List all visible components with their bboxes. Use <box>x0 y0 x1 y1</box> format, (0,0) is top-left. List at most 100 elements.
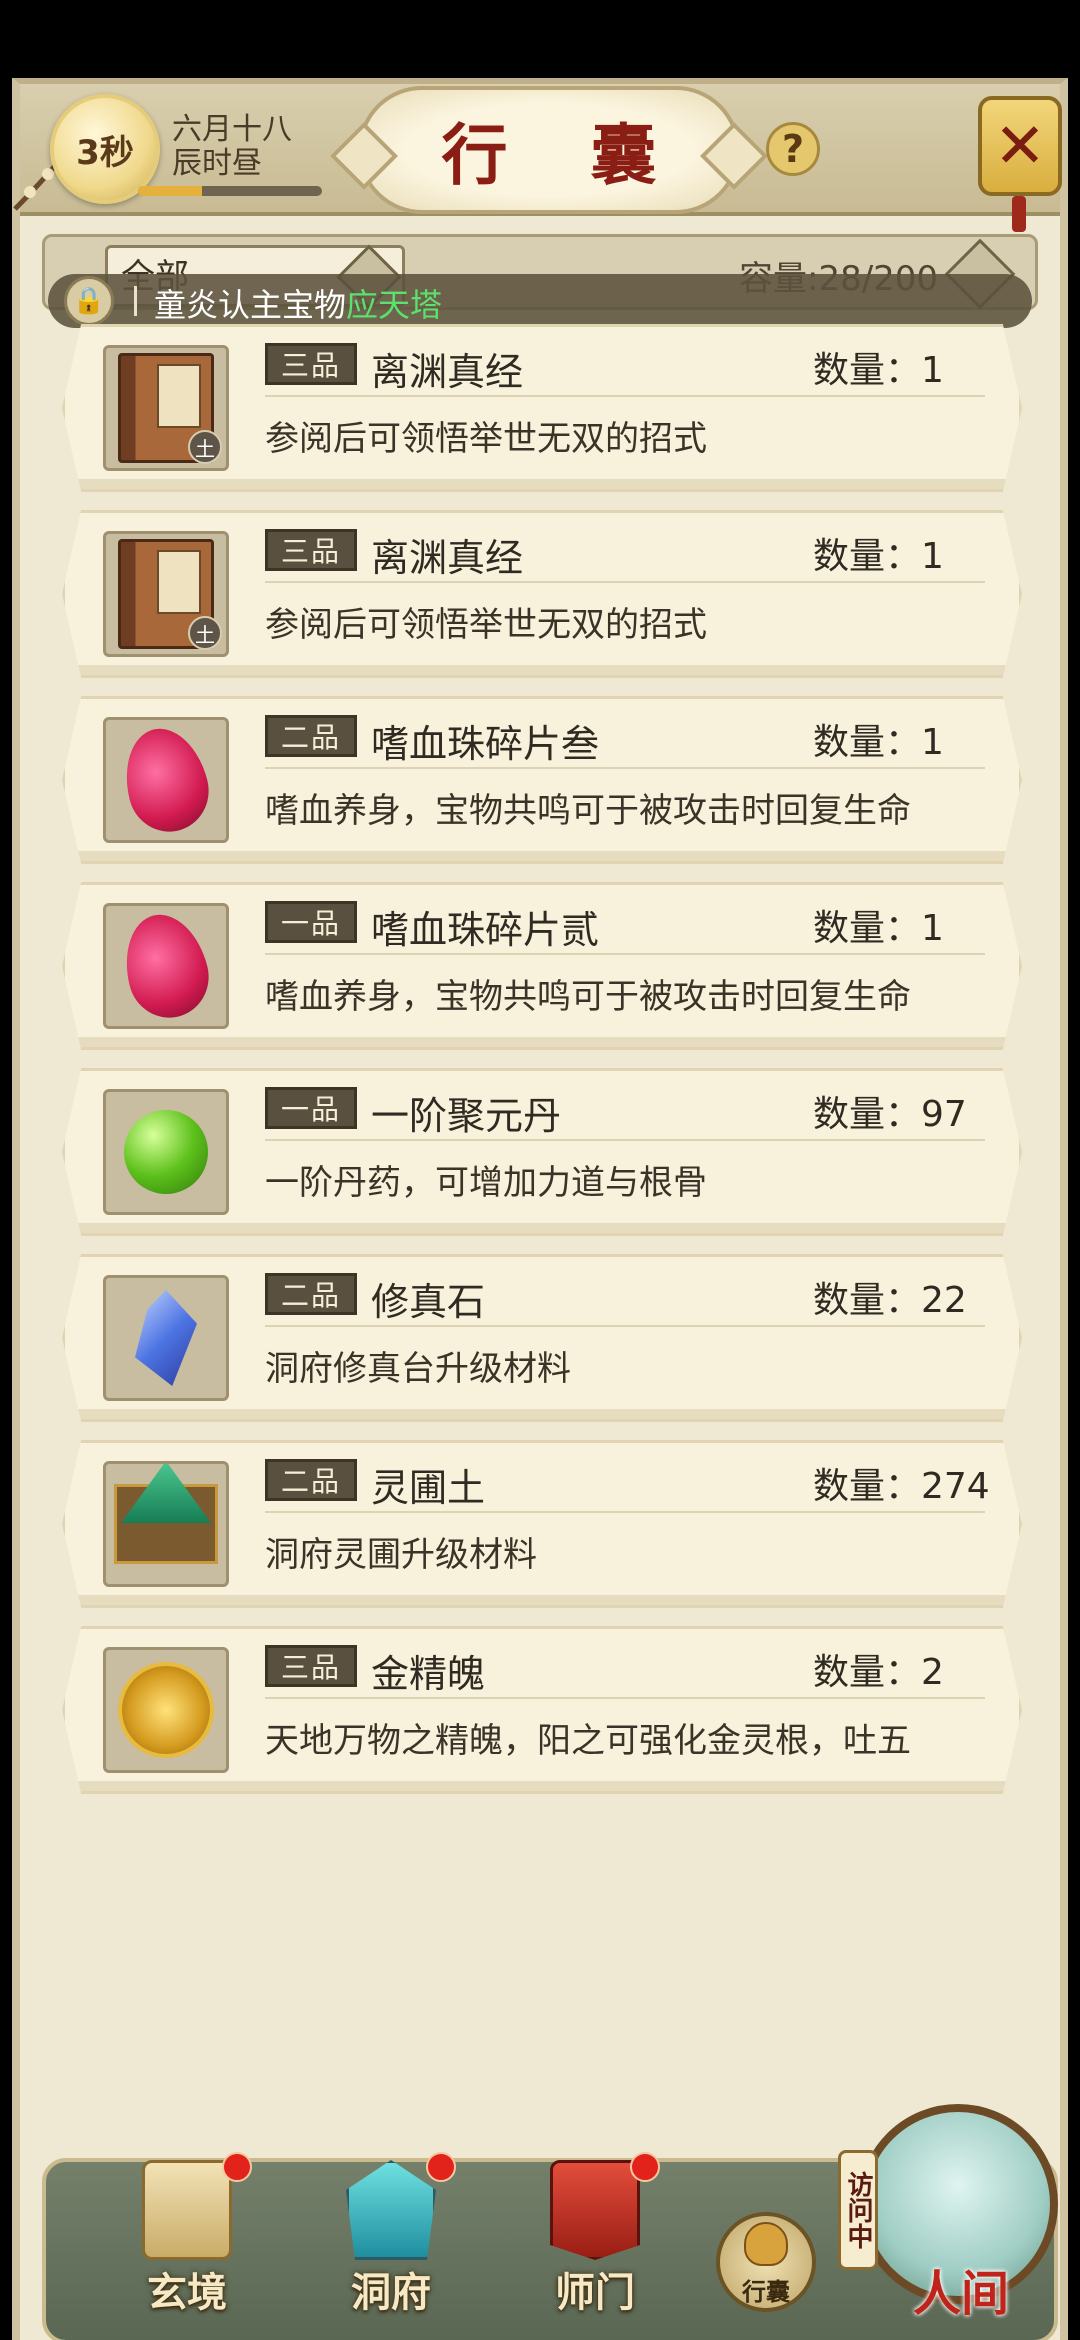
nav-dongfu[interactable]: 洞府 <box>316 2152 466 2330</box>
gold-icon <box>118 1662 214 1758</box>
time-progress-bar <box>138 186 322 196</box>
nav-shimen[interactable]: 师门 <box>520 2152 670 2330</box>
item-description: 嗜血养身，宝物共鸣可于被攻击时回复生命 <box>265 977 911 1017</box>
item-description: 洞府灵圃升级材料 <box>265 1535 537 1575</box>
grade-tag: 二品 <box>265 1459 357 1501</box>
item-icon-frame <box>103 1461 229 1587</box>
item-row[interactable]: 二品 灵圃土 数量：274 洞府灵圃升级材料 <box>62 1440 1022 1608</box>
item-quantity: 数量：1 <box>813 908 944 949</box>
item-icon-frame <box>103 717 229 843</box>
title-plaque: 行 囊 <box>358 86 740 214</box>
banner-icon <box>550 2160 640 2260</box>
item-quantity: 数量：2 <box>813 1652 944 1693</box>
item-quantity: 数量：1 <box>813 536 944 577</box>
grade-tag: 一品 <box>265 901 357 943</box>
item-divider <box>265 395 985 397</box>
item-row[interactable]: 一品 嗜血珠碎片贰 数量：1 嗜血养身，宝物共鸣可于被攻击时回复生命 <box>62 882 1022 1050</box>
item-description: 参阅后可领悟举世无双的招式 <box>265 605 707 645</box>
item-description: 洞府修真台升级材料 <box>265 1349 571 1389</box>
time-of-day: 辰时昼 <box>172 146 262 181</box>
item-name: 金精魄 <box>371 1652 486 1696</box>
item-divider <box>265 1511 985 1513</box>
notice-banner: 🔒 童炎认主宝物应天塔 <box>48 274 1032 328</box>
item-icon-frame: 土 <box>103 345 229 471</box>
item-description: 嗜血养身，宝物共鸣可于被攻击时回复生命 <box>265 791 911 831</box>
tassel-decoration <box>1012 196 1026 232</box>
scroll-icon <box>142 2160 232 2260</box>
item-name: 嗜血珠碎片叁 <box>371 722 600 766</box>
notice-highlight: 应天塔 <box>346 286 443 324</box>
item-icon-frame <box>103 903 229 1029</box>
grade-tag: 二品 <box>265 715 357 757</box>
nav-shimen-label: 师门 <box>555 2269 635 2316</box>
item-row[interactable]: 三品 金精魄 数量：2 天地万物之精魄，阳之可强化金灵根，吐五 <box>62 1626 1022 1794</box>
inventory-window: 3秒 六月十八 辰时昼 行 囊 ? ✕ 全部 容量:28/200 🔒 童炎认主宝… <box>12 78 1068 2340</box>
item-row[interactable]: 土 三品 离渊真经 数量：1 参阅后可领悟举世无双的招式 <box>62 510 1022 678</box>
bag-icon <box>744 2222 788 2266</box>
item-icon-frame: 土 <box>103 531 229 657</box>
item-name: 离渊真经 <box>371 536 524 580</box>
item-quantity: 数量：22 <box>813 1280 967 1321</box>
item-name: 离渊真经 <box>371 350 524 394</box>
close-button[interactable]: ✕ <box>978 96 1062 196</box>
nav-renjian-label: 人间 <box>912 2266 1009 2322</box>
nav-xuanjing-label: 玄境 <box>147 2269 227 2316</box>
item-row[interactable]: 一品 一阶聚元丹 数量：97 一阶丹药，可增加力道与根骨 <box>62 1068 1022 1236</box>
crystal-icon <box>135 1290 197 1386</box>
item-divider <box>265 767 985 769</box>
shard-icon <box>114 906 218 1026</box>
lock-icon: 🔒 <box>64 276 114 326</box>
inventory-list[interactable]: 土三品 离渊真经 数量：1 参阅后可领悟举世无双的招式土三品 离渊真经 数量：1 参阅后可领… <box>48 324 1038 1852</box>
item-row[interactable]: 二品 嗜血珠碎片叁 数量：1 嗜血养身，宝物共鸣可于被攻击时回复生命 <box>62 696 1022 864</box>
item-name: 灵圃土 <box>371 1466 486 1510</box>
close-icon: ✕ <box>994 109 1046 182</box>
time-progress-fill <box>138 186 203 196</box>
nav-xuanjing[interactable]: 玄境 <box>112 2152 262 2330</box>
item-description: 参阅后可领悟举世无双的招式 <box>265 419 707 459</box>
notice-separator <box>134 286 137 316</box>
item-icon-frame <box>103 1647 229 1773</box>
item-quantity: 数量：1 <box>813 350 944 391</box>
item-divider <box>265 581 985 583</box>
item-quantity: 数量：274 <box>813 1466 990 1507</box>
item-divider <box>265 953 985 955</box>
item-quantity: 数量：97 <box>813 1094 967 1135</box>
timer-text: 3秒 <box>76 132 134 173</box>
element-badge: 土 <box>188 616 222 650</box>
nav-bag-label: 行囊 <box>742 2278 790 2306</box>
notification-dot <box>630 2152 660 2182</box>
item-description: 天地万物之精魄，阳之可强化金灵根，吐五 <box>265 1721 911 1761</box>
pavilion-icon <box>346 2160 436 2260</box>
nav-dongfu-label: 洞府 <box>351 2269 431 2316</box>
notification-dot <box>222 2152 252 2182</box>
page-title: 行 囊 <box>441 116 687 194</box>
grade-tag: 三品 <box>265 343 357 385</box>
item-divider <box>265 1139 985 1141</box>
pill-icon <box>124 1110 208 1194</box>
status-bar-area <box>0 0 1080 78</box>
element-badge: 土 <box>188 430 222 464</box>
item-icon-frame <box>103 1089 229 1215</box>
item-description: 一阶丹药，可增加力道与根骨 <box>265 1163 707 1203</box>
soil-icon <box>114 1484 218 1564</box>
item-divider <box>265 1697 985 1699</box>
item-row[interactable]: 土 三品 离渊真经 数量：1 参阅后可领悟举世无双的招式 <box>62 324 1022 492</box>
item-name: 修真石 <box>371 1280 486 1324</box>
notice-prefix: 童炎认主宝物 <box>154 286 347 324</box>
item-row[interactable]: 二品 修真石 数量：22 洞府修真台升级材料 <box>62 1254 1022 1422</box>
item-divider <box>265 1325 985 1327</box>
grade-tag: 三品 <box>265 529 357 571</box>
item-quantity: 数量：1 <box>813 722 944 763</box>
item-name: 一阶聚元丹 <box>371 1094 562 1138</box>
grade-tag: 二品 <box>265 1273 357 1315</box>
grade-tag: 一品 <box>265 1087 357 1129</box>
item-name: 嗜血珠碎片贰 <box>371 908 600 952</box>
grade-tag: 三品 <box>265 1645 357 1687</box>
shard-icon <box>114 720 218 840</box>
notice-text: 童炎认主宝物应天塔 <box>154 280 442 326</box>
header-bar: 3秒 六月十八 辰时昼 行 囊 ? ✕ <box>13 84 1062 216</box>
item-icon-frame <box>103 1275 229 1401</box>
help-icon[interactable]: ? <box>766 122 820 176</box>
visit-status-tag: 访问中 <box>838 2150 878 2270</box>
notification-dot <box>426 2152 456 2182</box>
